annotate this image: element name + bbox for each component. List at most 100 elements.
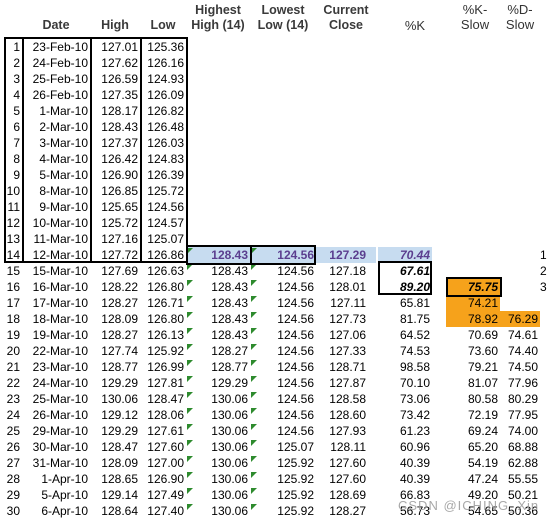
current-close-cell[interactable] — [316, 103, 368, 119]
highest-high-cell[interactable]: 128.43 — [186, 247, 250, 263]
highest-high-cell[interactable]: 130.06 — [186, 471, 250, 487]
row-number[interactable]: 8 — [0, 151, 22, 167]
date-cell[interactable]: 4-Mar-10 — [22, 151, 90, 167]
highest-high-cell[interactable] — [186, 87, 250, 103]
highest-high-cell[interactable]: 129.29 — [186, 375, 250, 391]
high-cell[interactable]: 127.62 — [90, 55, 140, 71]
pct-k-cell[interactable]: 64.52 — [368, 327, 432, 343]
pct-k-cell[interactable] — [368, 55, 432, 71]
side-counter[interactable] — [540, 471, 547, 487]
pct-d-slow-cell[interactable] — [500, 263, 540, 279]
row-number[interactable]: 19 — [0, 327, 22, 343]
date-cell[interactable]: 23-Feb-10 — [22, 39, 90, 55]
pct-k-slow-cell[interactable]: 70.69 — [446, 327, 500, 343]
high-cell[interactable]: 128.43 — [90, 119, 140, 135]
low-cell[interactable]: 124.56 — [140, 199, 186, 215]
pct-k-slow-cell[interactable]: 65.20 — [446, 439, 500, 455]
pct-d-slow-cell[interactable] — [500, 199, 540, 215]
low-cell[interactable]: 125.07 — [140, 231, 186, 247]
row-number[interactable]: 18 — [0, 311, 22, 327]
date-cell[interactable]: 12-Mar-10 — [22, 247, 90, 263]
row-number[interactable]: 9 — [0, 167, 22, 183]
side-counter[interactable] — [540, 183, 547, 199]
pct-k-slow-cell[interactable]: 54.19 — [446, 455, 500, 471]
pct-k-slow-cell[interactable] — [446, 167, 500, 183]
high-cell[interactable]: 128.17 — [90, 103, 140, 119]
lowest-low-cell[interactable] — [250, 135, 316, 151]
row-number[interactable]: 6 — [0, 119, 22, 135]
current-close-cell[interactable]: 128.58 — [316, 391, 368, 407]
side-counter[interactable] — [540, 327, 547, 343]
highest-high-cell[interactable] — [186, 215, 250, 231]
current-close-cell[interactable] — [316, 39, 368, 55]
lowest-low-cell[interactable] — [250, 55, 316, 71]
current-close-cell[interactable] — [316, 199, 368, 215]
side-counter[interactable] — [540, 151, 547, 167]
pct-d-slow-cell[interactable] — [500, 231, 540, 247]
highest-high-cell[interactable] — [186, 151, 250, 167]
row-number[interactable]: 30 — [0, 503, 22, 519]
pct-d-slow-cell[interactable]: 74.00 — [500, 423, 540, 439]
low-cell[interactable]: 127.40 — [140, 503, 186, 519]
pct-d-slow-cell[interactable] — [500, 55, 540, 71]
high-cell[interactable]: 128.09 — [90, 311, 140, 327]
side-counter[interactable] — [540, 487, 547, 503]
pct-k-slow-cell[interactable] — [446, 247, 500, 263]
pct-k-slow-cell[interactable] — [446, 263, 500, 279]
lowest-low-cell[interactable]: 124.56 — [250, 359, 316, 375]
low-cell[interactable]: 127.81 — [140, 375, 186, 391]
date-cell[interactable]: 16-Mar-10 — [22, 279, 90, 295]
pct-k-slow-cell[interactable] — [446, 55, 500, 71]
date-cell[interactable]: 15-Mar-10 — [22, 263, 90, 279]
pct-k-cell[interactable]: 89.20 — [368, 279, 432, 295]
high-cell[interactable]: 125.72 — [90, 215, 140, 231]
low-cell[interactable]: 126.99 — [140, 359, 186, 375]
pct-k-slow-cell[interactable]: 81.07 — [446, 375, 500, 391]
current-close-cell[interactable] — [316, 183, 368, 199]
current-close-cell[interactable]: 128.27 — [316, 503, 368, 519]
high-cell[interactable]: 125.65 — [90, 199, 140, 215]
highest-high-cell[interactable]: 130.06 — [186, 439, 250, 455]
highest-high-cell[interactable] — [186, 55, 250, 71]
current-close-cell[interactable]: 128.71 — [316, 359, 368, 375]
pct-k-slow-cell[interactable] — [446, 231, 500, 247]
date-cell[interactable]: 30-Mar-10 — [22, 439, 90, 455]
low-cell[interactable]: 127.49 — [140, 487, 186, 503]
current-close-cell[interactable]: 127.33 — [316, 343, 368, 359]
pct-k-cell[interactable] — [368, 103, 432, 119]
lowest-low-cell[interactable]: 124.56 — [250, 327, 316, 343]
pct-d-slow-cell[interactable]: 74.50 — [500, 359, 540, 375]
pct-k-slow-cell[interactable] — [446, 119, 500, 135]
row-number[interactable]: 22 — [0, 375, 22, 391]
high-cell[interactable]: 129.29 — [90, 375, 140, 391]
current-close-cell[interactable]: 127.60 — [316, 455, 368, 471]
pct-k-cell[interactable] — [368, 215, 432, 231]
lowest-low-cell[interactable]: 125.07 — [250, 439, 316, 455]
lowest-low-cell[interactable] — [250, 183, 316, 199]
pct-k-cell[interactable]: 73.06 — [368, 391, 432, 407]
highest-high-cell[interactable] — [186, 39, 250, 55]
low-cell[interactable]: 124.57 — [140, 215, 186, 231]
pct-d-slow-cell[interactable]: 55.55 — [500, 471, 540, 487]
highest-high-cell[interactable] — [186, 71, 250, 87]
low-cell[interactable]: 126.03 — [140, 135, 186, 151]
side-counter[interactable] — [540, 391, 547, 407]
row-number[interactable]: 12 — [0, 215, 22, 231]
side-counter[interactable] — [540, 295, 547, 311]
row-number[interactable]: 25 — [0, 423, 22, 439]
pct-k-slow-cell[interactable]: 72.19 — [446, 407, 500, 423]
lowest-low-cell[interactable] — [250, 167, 316, 183]
date-cell[interactable]: 1-Apr-10 — [22, 471, 90, 487]
current-close-cell[interactable]: 127.60 — [316, 471, 368, 487]
pct-k-cell[interactable]: 60.96 — [368, 439, 432, 455]
current-close-cell[interactable]: 127.06 — [316, 327, 368, 343]
pct-k-cell[interactable]: 73.42 — [368, 407, 432, 423]
low-cell[interactable]: 126.71 — [140, 295, 186, 311]
side-counter[interactable] — [540, 359, 547, 375]
pct-k-cell[interactable]: 70.44 — [368, 247, 432, 263]
high-cell[interactable]: 126.59 — [90, 71, 140, 87]
pct-k-cell[interactable]: 67.61 — [368, 263, 432, 279]
current-close-cell[interactable] — [316, 119, 368, 135]
pct-k-cell[interactable] — [368, 87, 432, 103]
side-counter[interactable] — [540, 119, 547, 135]
